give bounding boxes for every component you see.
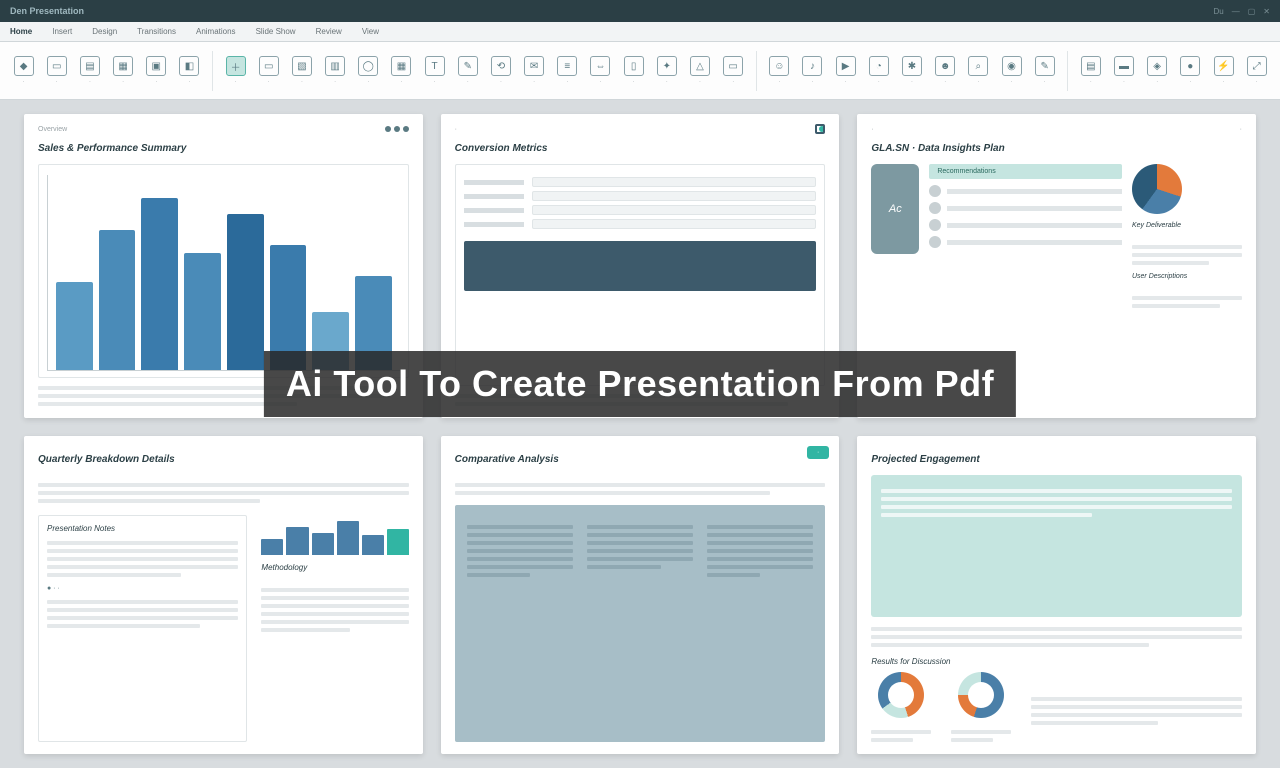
expand-icon[interactable]: ⤢·	[1243, 50, 1270, 92]
tab-view[interactable]: View	[362, 27, 379, 36]
ribbon-separator	[212, 51, 213, 91]
comment-icon[interactable]: ✉·	[521, 50, 548, 92]
tab-transitions[interactable]: Transitions	[137, 27, 176, 36]
panel-title: Presentation Notes	[47, 524, 238, 533]
slide-body-text	[38, 483, 409, 503]
group-icon[interactable]: ▯·	[620, 50, 647, 92]
tab-review[interactable]: Review	[316, 27, 342, 36]
battery-icon[interactable]: ▬·	[1110, 50, 1137, 92]
pie-label: Key Deliverable	[1132, 222, 1242, 229]
slide-tag: Overview	[38, 126, 67, 133]
slide-meta: ··	[871, 126, 1242, 133]
draw-icon[interactable]: ✎·	[454, 50, 481, 92]
teal-highlight-panel	[871, 475, 1242, 617]
slide-title: Conversion Metrics	[455, 143, 826, 154]
ribbon-separator	[1067, 51, 1068, 91]
ribbon-separator	[756, 51, 757, 91]
bar-chart	[47, 175, 400, 371]
media-icon[interactable]: ▣·	[143, 50, 170, 92]
slide-icon[interactable]: ▭·	[255, 50, 282, 92]
window-min-icon[interactable]: —	[1232, 7, 1240, 16]
presenter-icon[interactable]: ☺·	[766, 50, 793, 92]
slide-meta: ·	[455, 126, 826, 133]
slide-dots-icon	[385, 126, 409, 133]
mini-chart	[261, 515, 408, 555]
slide-title: GLA.SN · Data Insights Plan	[871, 143, 1242, 154]
pie-chart-icon	[1132, 164, 1182, 214]
slide-5[interactable]: · Comparative Analysis	[441, 436, 840, 754]
pie-label2: User Descriptions	[1132, 273, 1242, 280]
bell-icon[interactable]: ◔·	[865, 50, 892, 92]
app-brand: Den Presentation	[10, 6, 84, 16]
section-badge: Recommendations	[929, 164, 1122, 179]
chart-bar	[227, 214, 264, 370]
slide-title: Sales & Performance Summary	[38, 143, 409, 154]
slide-title: Comparative Analysis	[455, 454, 826, 465]
slide-title: Projected Engagement	[871, 454, 1242, 465]
slide-6[interactable]: Projected Engagement Results for Discuss…	[857, 436, 1256, 754]
tag-icon[interactable]: ◈·	[1144, 50, 1171, 92]
slide-meta: Overview	[38, 126, 409, 133]
new-icon[interactable]: ＋·	[222, 50, 249, 92]
checkbox-icon	[815, 124, 825, 134]
donut-chart-icon	[958, 672, 1004, 718]
menu-tabs: Home Insert Design Transitions Animation…	[0, 22, 1280, 42]
head-icon[interactable]: ☻·	[932, 50, 959, 92]
layers-icon[interactable]: ▤·	[1077, 50, 1104, 92]
section-title: Results for Discussion	[871, 657, 1242, 666]
window-max-icon[interactable]: ▢	[1248, 7, 1256, 16]
panel-title: Methodology	[261, 563, 408, 572]
warning-icon[interactable]: △·	[686, 50, 713, 92]
slide-canvas: Overview Sales & Performance Summary · C…	[0, 100, 1280, 768]
shield-icon[interactable]: ◆·	[10, 50, 37, 92]
chart-icon[interactable]: ▥·	[322, 50, 349, 92]
effects-icon[interactable]: ✦·	[653, 50, 680, 92]
slide-grid: Overview Sales & Performance Summary · C…	[24, 114, 1256, 754]
pencil-icon[interactable]: ✎·	[1031, 50, 1058, 92]
title-bar: Den Presentation Du — ▢ ✕	[0, 0, 1280, 22]
window-close-icon[interactable]: ✕	[1263, 7, 1270, 16]
video-icon[interactable]: ▶·	[832, 50, 859, 92]
link-icon[interactable]: ⟲·	[487, 50, 514, 92]
slide-4[interactable]: Quarterly Breakdown Details Presentation…	[24, 436, 423, 754]
audio-icon[interactable]: ♪·	[799, 50, 826, 92]
screen-icon[interactable]: ▭·	[720, 50, 747, 92]
tab-home[interactable]: Home	[10, 27, 32, 36]
tab-design[interactable]: Design	[92, 27, 117, 36]
ribbon-toolbar: ◆· ▭· ▤· ▦· ▣· ◧· ＋· ▭· ▧· ▥· ◯· ▦· T· ✎…	[0, 42, 1280, 100]
image-icon[interactable]: ▧·	[288, 50, 315, 92]
table-icon[interactable]: ▦·	[388, 50, 415, 92]
title-bar-right: Du — ▢ ✕	[1214, 7, 1271, 16]
user-badge[interactable]: Du	[1214, 7, 1224, 16]
chart-bar	[141, 198, 178, 370]
phone-mockup: Ac	[871, 164, 919, 254]
tab-insert[interactable]: Insert	[52, 27, 72, 36]
slide-title: Quarterly Breakdown Details	[38, 454, 409, 465]
distribute-icon[interactable]: ⇔·	[587, 50, 614, 92]
align-icon[interactable]: ≡·	[554, 50, 581, 92]
status-badge: ·	[807, 446, 829, 459]
shapes-icon[interactable]: ◯·	[355, 50, 382, 92]
page-icon[interactable]: ▭·	[43, 50, 70, 92]
tab-slideshow[interactable]: Slide Show	[256, 27, 296, 36]
slide-tag: ·	[455, 126, 457, 133]
lightning-icon[interactable]: ⚡·	[1210, 50, 1237, 92]
bug-icon[interactable]: ✱·	[898, 50, 925, 92]
layout-icon[interactable]: ▦·	[110, 50, 137, 92]
chart-bar	[184, 253, 221, 370]
eye-icon[interactable]: ◉·	[998, 50, 1025, 92]
tab-animations[interactable]: Animations	[196, 27, 236, 36]
record-icon[interactable]: ●·	[1177, 50, 1204, 92]
chart-container	[38, 164, 409, 378]
donut-chart-icon	[878, 672, 924, 718]
text-icon[interactable]: T·	[421, 50, 448, 92]
chart-bar	[56, 282, 93, 370]
zoom-icon[interactable]: ⌕·	[965, 50, 992, 92]
template-icon[interactable]: ▤·	[76, 50, 103, 92]
chart-bar	[99, 230, 136, 370]
overlay-headline: Ai Tool To Create Presentation From Pdf	[264, 351, 1016, 417]
theme-icon[interactable]: ◧·	[176, 50, 203, 92]
